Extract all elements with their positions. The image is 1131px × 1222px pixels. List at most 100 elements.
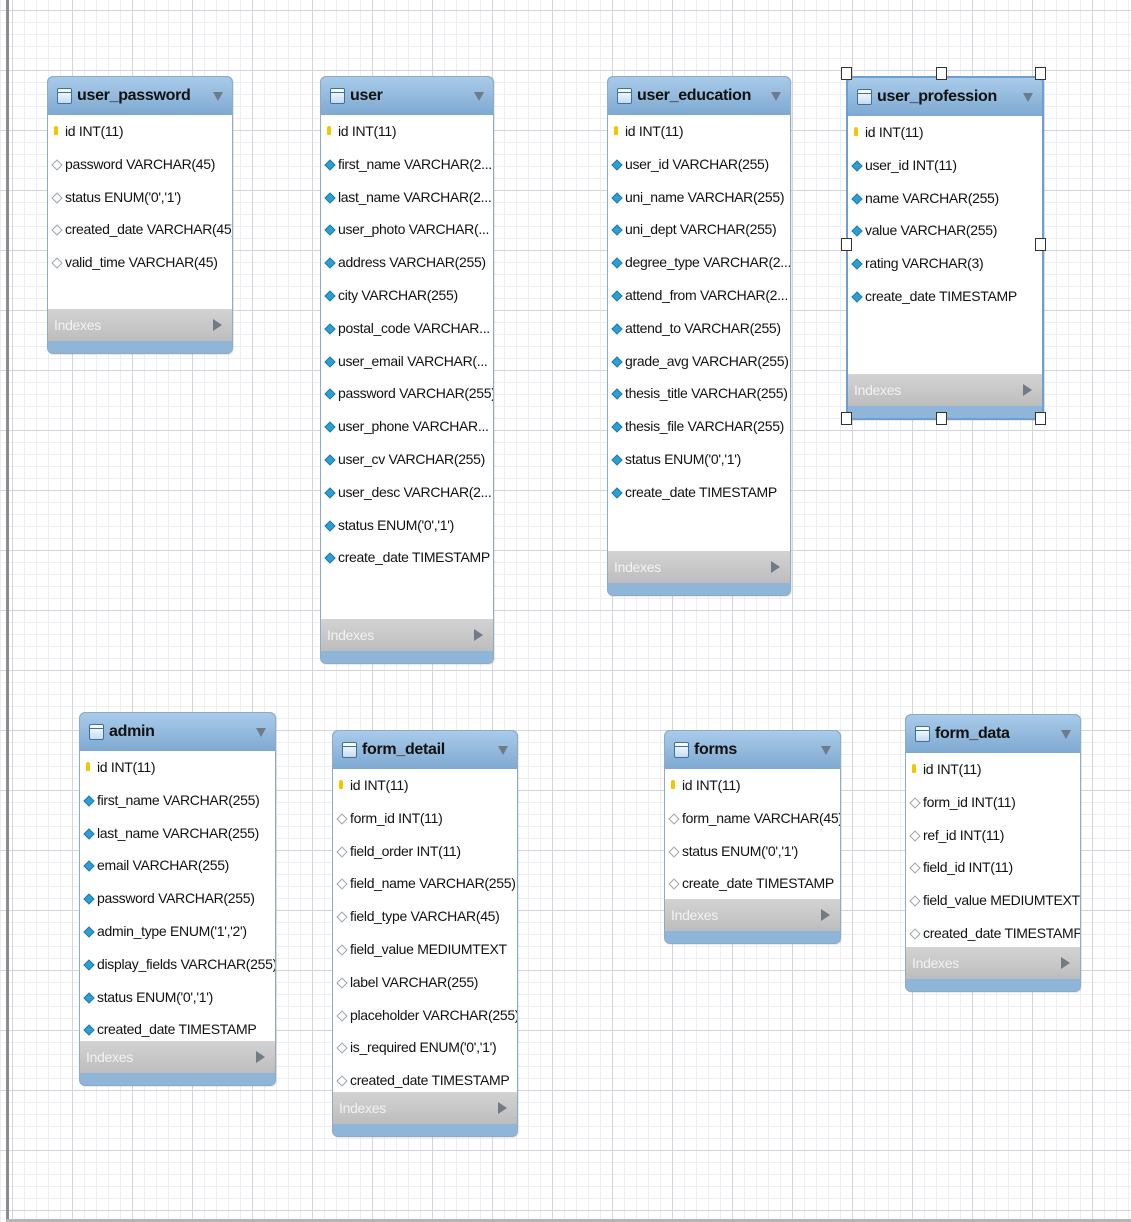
indexes-section[interactable]: Indexes bbox=[80, 1041, 275, 1073]
resize-handle[interactable] bbox=[1035, 412, 1046, 425]
resize-handle[interactable] bbox=[841, 412, 852, 425]
column-row[interactable]: field_name VARCHAR(255) bbox=[333, 867, 517, 900]
column-row[interactable]: postal_code VARCHAR... bbox=[321, 312, 493, 345]
table-header[interactable]: user_profession bbox=[848, 78, 1042, 116]
column-row[interactable]: create_date TIMESTAMP bbox=[665, 867, 840, 900]
table-form-data[interactable]: form_data id INT(11) form_id INT(11) ref_id… bbox=[905, 714, 1081, 992]
column-row[interactable]: created_date TIMESTAMP bbox=[906, 917, 1080, 950]
table-user-password[interactable]: user_password id INT(11) password VARCHAR(… bbox=[47, 76, 233, 354]
column-row[interactable]: user_phone VARCHAR... bbox=[321, 410, 493, 443]
column-row[interactable]: address VARCHAR(255) bbox=[321, 246, 493, 279]
table-header[interactable]: user bbox=[321, 77, 493, 115]
column-row[interactable]: last_name VARCHAR(2... bbox=[321, 181, 493, 214]
column-row[interactable]: field_id INT(11) bbox=[906, 851, 1080, 884]
indexes-section[interactable]: Indexes bbox=[848, 374, 1042, 406]
table-user[interactable]: user id INT(11) first_name VARCHAR(2... las… bbox=[320, 76, 494, 664]
column-row[interactable]: password VARCHAR(45) bbox=[48, 148, 232, 181]
collapse-arrow-icon[interactable] bbox=[771, 92, 781, 101]
table-form-detail[interactable]: form_detail id INT(11) form_id INT(11) fiel… bbox=[332, 730, 518, 1137]
indexes-section[interactable]: Indexes bbox=[608, 551, 790, 583]
table-header[interactable]: forms bbox=[665, 731, 840, 769]
column-row[interactable]: id INT(11) bbox=[608, 115, 790, 148]
collapse-arrow-icon[interactable] bbox=[821, 746, 831, 755]
column-row[interactable]: ref_id INT(11) bbox=[906, 819, 1080, 852]
expand-arrow-icon[interactable] bbox=[256, 1051, 265, 1063]
column-row[interactable]: placeholder VARCHAR(255) bbox=[333, 999, 517, 1032]
expand-arrow-icon[interactable] bbox=[474, 629, 483, 641]
indexes-section[interactable]: Indexes bbox=[48, 309, 232, 341]
column-row[interactable]: city VARCHAR(255) bbox=[321, 279, 493, 312]
column-row[interactable]: password VARCHAR(255) bbox=[321, 377, 493, 410]
collapse-arrow-icon[interactable] bbox=[498, 746, 508, 755]
expand-arrow-icon[interactable] bbox=[1023, 384, 1032, 396]
table-admin[interactable]: admin id INT(11) first_name VARCHAR(255) la… bbox=[79, 712, 276, 1086]
column-row[interactable]: create_date TIMESTAMP bbox=[848, 280, 1042, 313]
column-row[interactable]: display_fields VARCHAR(255) bbox=[80, 948, 275, 981]
column-row[interactable]: field_order INT(11) bbox=[333, 835, 517, 868]
table-header[interactable]: form_data bbox=[906, 715, 1080, 753]
resize-handle[interactable] bbox=[1035, 67, 1046, 80]
expand-arrow-icon[interactable] bbox=[213, 319, 222, 331]
collapse-arrow-icon[interactable] bbox=[474, 92, 484, 101]
column-row[interactable]: status ENUM('0','1') bbox=[321, 509, 493, 542]
resize-handle[interactable] bbox=[936, 67, 947, 80]
column-row[interactable]: status ENUM('0','1') bbox=[665, 835, 840, 868]
column-row[interactable]: field_value MEDIUMTEXT bbox=[906, 884, 1080, 917]
column-row[interactable]: user_cv VARCHAR(255) bbox=[321, 443, 493, 476]
expand-arrow-icon[interactable] bbox=[498, 1102, 507, 1114]
column-row[interactable]: last_name VARCHAR(255) bbox=[80, 817, 275, 850]
column-row[interactable]: first_name VARCHAR(255) bbox=[80, 784, 275, 817]
column-row[interactable]: admin_type ENUM('1','2') bbox=[80, 915, 275, 948]
column-row[interactable]: id INT(11) bbox=[665, 769, 840, 802]
table-user-education[interactable]: user_education id INT(11) user_id VARCHAR(… bbox=[607, 76, 791, 596]
expand-arrow-icon[interactable] bbox=[771, 561, 780, 573]
collapse-arrow-icon[interactable] bbox=[256, 728, 266, 737]
column-row[interactable]: id INT(11) bbox=[848, 116, 1042, 149]
column-row[interactable]: id INT(11) bbox=[906, 753, 1080, 786]
column-row[interactable]: value VARCHAR(255) bbox=[848, 214, 1042, 247]
column-row[interactable]: valid_time VARCHAR(45) bbox=[48, 246, 232, 279]
collapse-arrow-icon[interactable] bbox=[1023, 93, 1033, 102]
indexes-section[interactable]: Indexes bbox=[906, 947, 1080, 979]
column-row[interactable]: uni_dept VARCHAR(255) bbox=[608, 213, 790, 246]
expand-arrow-icon[interactable] bbox=[821, 909, 830, 921]
column-row[interactable]: create_date TIMESTAMP bbox=[608, 476, 790, 509]
resize-handle[interactable] bbox=[841, 238, 852, 251]
column-row[interactable]: status ENUM('0','1') bbox=[608, 443, 790, 476]
column-row[interactable]: rating VARCHAR(3) bbox=[848, 247, 1042, 280]
column-row[interactable]: status ENUM('0','1') bbox=[48, 181, 232, 214]
column-row[interactable]: password VARCHAR(255) bbox=[80, 882, 275, 915]
column-row[interactable]: attend_to VARCHAR(255) bbox=[608, 312, 790, 345]
column-row[interactable]: uni_name VARCHAR(255) bbox=[608, 181, 790, 214]
column-row[interactable]: first_name VARCHAR(2... bbox=[321, 148, 493, 181]
column-row[interactable]: create_date TIMESTAMP bbox=[321, 541, 493, 574]
column-row[interactable]: name VARCHAR(255) bbox=[848, 182, 1042, 215]
table-forms[interactable]: forms id INT(11) form_name VARCHAR(45) stat… bbox=[664, 730, 841, 944]
column-row[interactable]: grade_avg VARCHAR(255) bbox=[608, 345, 790, 378]
column-row[interactable]: id INT(11) bbox=[48, 115, 232, 148]
indexes-section[interactable]: Indexes bbox=[333, 1092, 517, 1124]
column-row[interactable]: id INT(11) bbox=[333, 769, 517, 802]
expand-arrow-icon[interactable] bbox=[1061, 957, 1070, 969]
column-row[interactable]: user_id INT(11) bbox=[848, 149, 1042, 182]
column-row[interactable]: degree_type VARCHAR(2... bbox=[608, 246, 790, 279]
column-row[interactable]: user_photo VARCHAR(... bbox=[321, 213, 493, 246]
column-row[interactable]: status ENUM('0','1') bbox=[80, 981, 275, 1014]
column-row[interactable]: email VARCHAR(255) bbox=[80, 849, 275, 882]
column-row[interactable]: form_id INT(11) bbox=[333, 802, 517, 835]
column-row[interactable]: created_date VARCHAR(45) bbox=[48, 213, 232, 246]
resize-handle[interactable] bbox=[841, 67, 852, 80]
table-header[interactable]: user_password bbox=[48, 77, 232, 115]
column-row[interactable]: thesis_title VARCHAR(255) bbox=[608, 377, 790, 410]
column-row[interactable]: id INT(11) bbox=[321, 115, 493, 148]
table-user-profession[interactable]: user_profession id INT(11) user_id INT(11)… bbox=[846, 76, 1044, 420]
column-row[interactable]: user_desc VARCHAR(2... bbox=[321, 476, 493, 509]
column-row[interactable]: user_email VARCHAR(... bbox=[321, 345, 493, 378]
column-row[interactable]: attend_from VARCHAR(2... bbox=[608, 279, 790, 312]
column-row[interactable]: id INT(11) bbox=[80, 751, 275, 784]
collapse-arrow-icon[interactable] bbox=[1061, 730, 1071, 739]
table-header[interactable]: admin bbox=[80, 713, 275, 751]
column-row[interactable]: form_name VARCHAR(45) bbox=[665, 802, 840, 835]
column-row[interactable]: field_value MEDIUMTEXT bbox=[333, 933, 517, 966]
indexes-section[interactable]: Indexes bbox=[665, 899, 840, 931]
